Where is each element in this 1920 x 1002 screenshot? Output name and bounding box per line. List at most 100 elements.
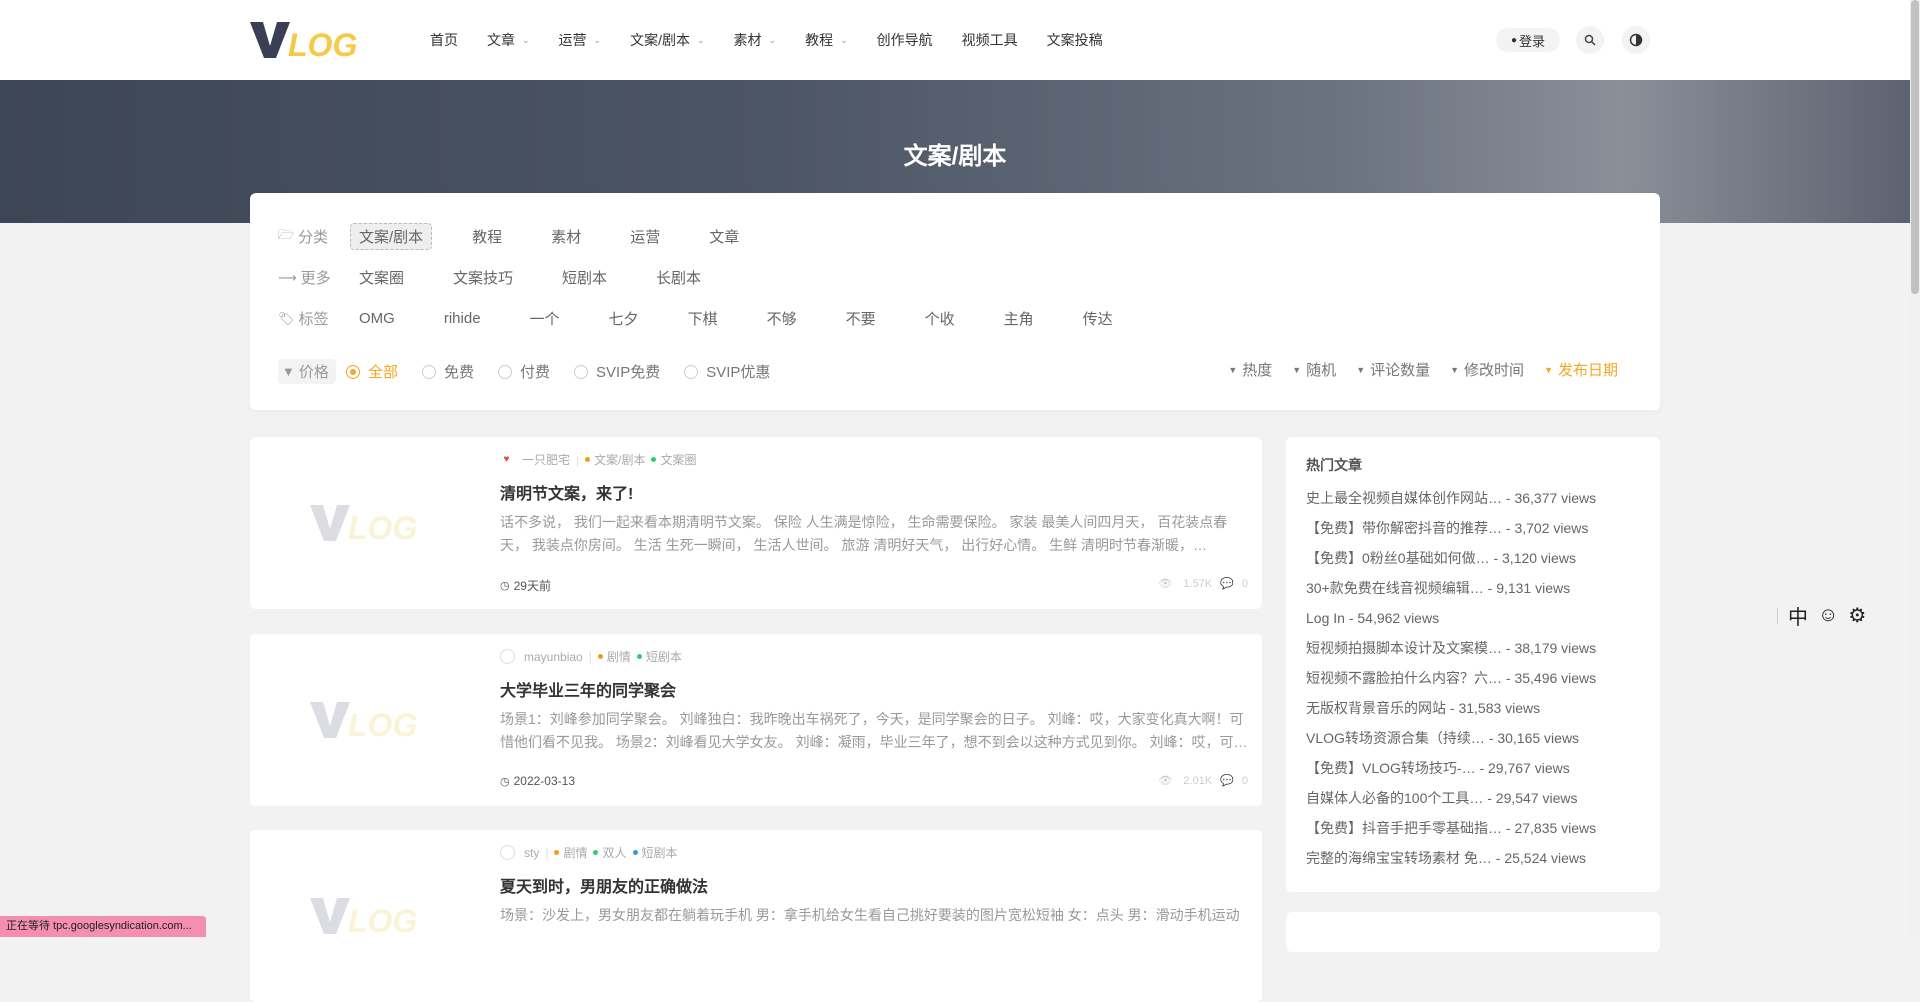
filter-more-item[interactable]: 文案技巧 <box>444 264 522 291</box>
filter-category-item[interactable]: 文章 <box>700 223 748 250</box>
nav-home[interactable]: 首页 <box>430 30 458 50</box>
sort-modified[interactable]: ▼ 修改时间 <box>1450 359 1524 380</box>
gear-icon[interactable]: ⚙ <box>1848 603 1866 628</box>
avatar[interactable] <box>500 649 515 664</box>
post-title[interactable]: 夏天到时，男朋友的正确做法 <box>500 873 708 897</box>
floating-toolbar: 中 ☺ ⚙ <box>1777 601 1876 630</box>
filter-tag-item[interactable]: OMG <box>350 307 404 330</box>
price-radio-paid[interactable]: 付费 <box>498 361 550 382</box>
filter-tag-item[interactable]: 传达 <box>1074 305 1122 332</box>
post-thumbnail[interactable]: LOG <box>250 830 490 1002</box>
filter-category-row: 🗁 分类 文案/剧本 教程 素材 运营 文章 <box>278 223 779 250</box>
page-scrollbar[interactable] <box>1910 0 1920 937</box>
filter-category-item[interactable]: 文案/剧本 <box>350 223 433 250</box>
nav-operation[interactable]: 运营 ⌄ <box>559 30 602 50</box>
sort-random[interactable]: ▼ 随机 <box>1292 359 1336 380</box>
post-thumbnail[interactable]: LOG <box>250 437 490 609</box>
post-category[interactable]: 剧情 <box>598 648 631 665</box>
nav-tutorials[interactable]: 教程 ⌄ <box>805 30 848 50</box>
toolbar-divider <box>1777 607 1778 624</box>
filter-tag-item[interactable]: 个收 <box>916 305 964 332</box>
main-nav: 首页 文章 ⌄ 运营 ⌄ 文案/剧本 ⌄ 素材 ⌄ 教程 ⌄ 创作导航 视频工具 文案投稿 <box>430 0 1132 80</box>
views-count: 👁 1.57K <box>1158 578 1213 590</box>
list-item[interactable]: 【免费】0粉丝0基础如何做… - 3,120 views <box>1306 543 1596 573</box>
svg-text:LOG: LOG <box>348 903 417 938</box>
search-icon <box>1584 34 1596 46</box>
post-date: ◷ 29天前 <box>500 579 551 593</box>
filter-tags-row: 🏷 标签 OMG rihide 一个 七夕 下棋 不够 不要 个收 主角 传达 <box>278 305 1153 332</box>
search-button[interactable] <box>1576 26 1604 54</box>
list-item[interactable]: 【免费】抖音手把手零基础指… - 27,835 views <box>1306 813 1596 843</box>
nav-submit[interactable]: 文案投稿 <box>1047 30 1103 50</box>
list-item[interactable]: VLOG转场资源合集（持续… - 30,165 views <box>1306 723 1596 753</box>
list-item[interactable]: 【免费】带你解密抖音的推荐… - 3,702 views <box>1306 513 1596 543</box>
filter-category-item[interactable]: 运营 <box>621 223 669 250</box>
post-category[interactable]: 双人 <box>593 844 626 861</box>
filter-more-item[interactable]: 长剧本 <box>647 264 710 291</box>
nav-video-tools[interactable]: 视频工具 <box>962 30 1018 50</box>
avatar[interactable] <box>500 845 515 860</box>
caret-down-icon: ▼ <box>1292 364 1302 375</box>
filter-more-item[interactable]: 文案圈 <box>350 264 413 291</box>
price-radio-all[interactable]: 全部 <box>346 361 398 382</box>
filter-tag-item[interactable]: 七夕 <box>600 305 648 332</box>
list-item[interactable]: 30+款免费在线音视频编辑… - 9,131 views <box>1306 573 1596 603</box>
nav-articles[interactable]: 文章 ⌄ <box>487 30 530 50</box>
filter-tag-item[interactable]: 主角 <box>995 305 1043 332</box>
post-card[interactable]: LOG sty | 剧情 双人 短剧本 夏天到时，男朋友的正确做法 场景：沙发上… <box>250 830 1262 1002</box>
list-item[interactable]: 短视频不露脸拍什么内容？六… - 35,496 views <box>1306 663 1596 693</box>
filter-more-row: ⟶ 更多 文案圈 文案技巧 短剧本 长剧本 <box>278 264 741 291</box>
price-radio-svip-discount[interactable]: SVIP优惠 <box>684 361 770 382</box>
login-button[interactable]: ● 登录 <box>1496 28 1560 52</box>
thumbnail-logo: LOG <box>310 505 417 545</box>
post-category[interactable]: 短剧本 <box>637 648 682 665</box>
list-item[interactable]: 完整的海绵宝宝转场素材 免… - 25,524 views <box>1306 843 1596 873</box>
smiley-icon[interactable]: ☺ <box>1818 604 1838 627</box>
post-card[interactable]: LOG mayunbiao | 剧情 短剧本 大学毕业三年的同学聚会 场景1：刘… <box>250 634 1262 806</box>
post-title[interactable]: 清明节文案，来了! <box>500 480 633 504</box>
radio-icon <box>346 364 360 379</box>
post-category[interactable]: 剧情 <box>554 844 587 861</box>
sort-hot[interactable]: ▼ 热度 <box>1228 359 1272 380</box>
list-item[interactable]: 史上最全视频自媒体创作网站… - 36,377 views <box>1306 483 1596 513</box>
post-thumbnail[interactable]: LOG <box>250 634 490 806</box>
price-radio-free[interactable]: 免费 <box>422 361 474 382</box>
theme-toggle-button[interactable] <box>1622 26 1650 54</box>
site-logo[interactable]: LOG <box>250 18 370 62</box>
chevron-down-icon: ⌄ <box>768 34 777 45</box>
arrow-right-icon: ⟶ <box>278 269 297 285</box>
list-item[interactable]: 无版权背景音乐的网站 - 31,583 views <box>1306 693 1596 723</box>
filter-category-item[interactable]: 素材 <box>542 223 590 250</box>
price-radio-svip-free[interactable]: SVIP免费 <box>574 361 660 382</box>
post-title[interactable]: 大学毕业三年的同学聚会 <box>500 677 676 701</box>
language-toggle[interactable]: 中 <box>1788 601 1808 630</box>
list-item[interactable]: 短视频拍摄脚本设计及文案模… - 38,179 views <box>1306 633 1596 663</box>
post-meta: mayunbiao | 剧情 短剧本 <box>500 648 688 665</box>
nav-creation-guide[interactable]: 创作导航 <box>877 30 933 50</box>
filter-tag-item[interactable]: 不够 <box>758 305 806 332</box>
svg-text:LOG: LOG <box>348 707 417 742</box>
scrollbar-thumb[interactable] <box>1911 0 1919 294</box>
filter-category-item[interactable]: 教程 <box>463 223 511 250</box>
nav-scripts[interactable]: 文案/剧本 ⌄ <box>630 30 704 50</box>
filter-tag-item[interactable]: 下棋 <box>679 305 727 332</box>
avatar[interactable]: ♥ <box>500 453 513 466</box>
post-author[interactable]: sty <box>524 846 539 860</box>
post-card[interactable]: LOG ♥ 一只肥宅 | 文案/剧本 文案圈 清明节文案，来了! 话不多说， 我… <box>250 437 1262 609</box>
thumbnail-logo: LOG <box>310 702 417 742</box>
filter-tag-item[interactable]: rihide <box>435 307 490 330</box>
post-category[interactable]: 短剧本 <box>633 844 678 861</box>
post-author[interactable]: mayunbiao <box>524 650 583 664</box>
list-item[interactable]: 【免费】VLOG转场技巧-… - 29,767 views <box>1306 753 1596 783</box>
sort-comments[interactable]: ▼ 评论数量 <box>1356 359 1430 380</box>
nav-materials[interactable]: 素材 ⌄ <box>734 30 777 50</box>
list-item[interactable]: Log In - 54,962 views <box>1306 603 1596 633</box>
filter-tag-item[interactable]: 不要 <box>837 305 885 332</box>
sort-published[interactable]: ▼ 发布日期 <box>1544 359 1618 380</box>
list-item[interactable]: 自媒体人必备的100个工具… - 29,547 views <box>1306 783 1596 813</box>
filter-more-item[interactable]: 短剧本 <box>553 264 616 291</box>
post-category[interactable]: 文案/剧本 <box>585 451 645 468</box>
filter-tag-item[interactable]: 一个 <box>521 305 569 332</box>
post-author[interactable]: 一只肥宅 <box>522 451 570 468</box>
post-category[interactable]: 文案圈 <box>651 451 696 468</box>
